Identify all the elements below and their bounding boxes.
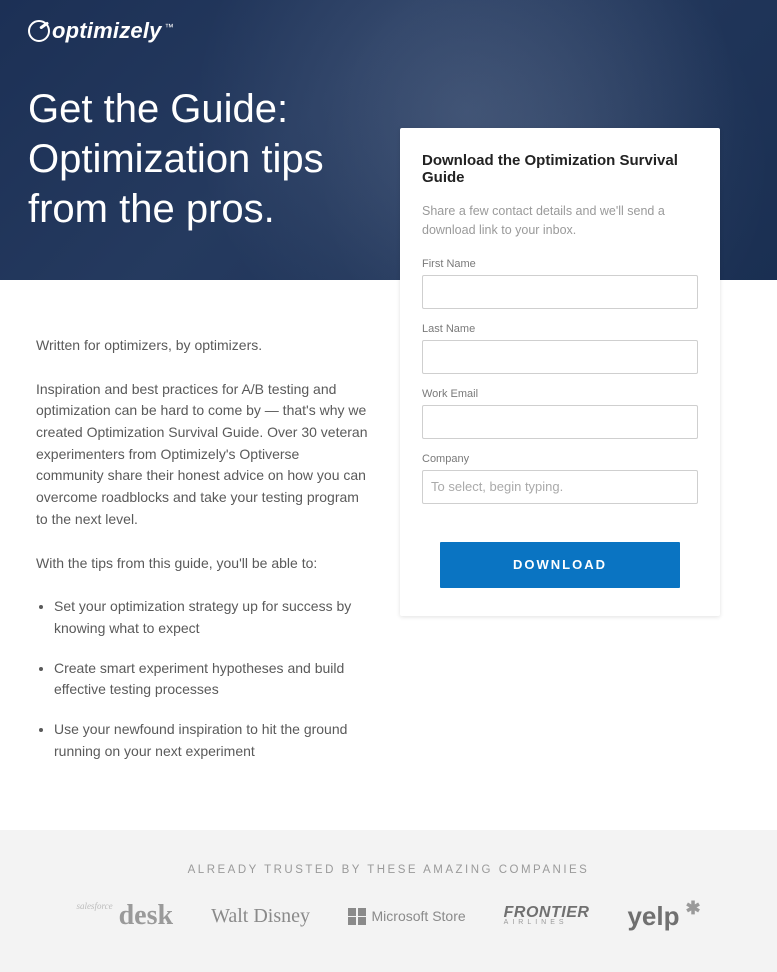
microsoft-text: Microsoft Store [372, 908, 466, 924]
frontier-text: FRONTIER [504, 904, 590, 921]
lead-in-text: With the tips from this guide, you'll be… [36, 553, 370, 575]
page-title: Get the Guide: Optimization tips from th… [0, 44, 380, 234]
desk-text: desk [119, 900, 173, 932]
work-email-label: Work Email [422, 388, 698, 400]
form-subtitle: Share a few contact details and we'll se… [422, 202, 698, 240]
company-logos-row: salesforce desk Walt Disney Microsoft St… [20, 900, 757, 932]
trusted-heading: ALREADY TRUSTED BY THESE AMAZING COMPANI… [20, 864, 757, 876]
list-item: Set your optimization strategy up for su… [54, 596, 370, 639]
benefits-list: Set your optimization strategy up for su… [36, 596, 370, 762]
walt-disney-logo: Walt Disney [211, 905, 310, 928]
description-column: Written for optimizers, by optimizers. I… [0, 280, 400, 830]
microsoft-store-logo: Microsoft Store [348, 908, 466, 926]
work-email-input[interactable] [422, 405, 698, 439]
frontier-airlines-logo: FRONTIER AIRLINES [504, 906, 590, 927]
list-item: Create smart experiment hypotheses and b… [54, 658, 370, 701]
intro-text: Written for optimizers, by optimizers. [36, 335, 370, 357]
salesforce-desk-logo: salesforce desk [76, 900, 173, 932]
trusted-section: ALREADY TRUSTED BY THESE AMAZING COMPANI… [0, 830, 777, 972]
yelp-text: yelp [627, 901, 679, 932]
first-name-input[interactable] [422, 275, 698, 309]
logo-tm: ™ [165, 22, 174, 32]
list-item: Use your newfound inspiration to hit the… [54, 719, 370, 762]
microsoft-icon [348, 908, 366, 926]
content-wrap: Written for optimizers, by optimizers. I… [0, 280, 777, 830]
frontier-sub: AIRLINES [504, 920, 590, 926]
desk-cloud-tag: salesforce [76, 901, 112, 911]
form-title: Download the Optimization Survival Guide [422, 152, 698, 186]
logo-text: optimizely [52, 18, 162, 44]
last-name-input[interactable] [422, 340, 698, 374]
download-form-card: Download the Optimization Survival Guide… [400, 128, 720, 616]
company-input[interactable] [422, 470, 698, 504]
company-label: Company [422, 453, 698, 465]
yelp-burst-icon: ✱ [685, 898, 700, 919]
body-text: Inspiration and best practices for A/B t… [36, 379, 370, 531]
download-button[interactable]: DOWNLOAD [440, 542, 680, 588]
optimizely-logo: optimizely ™ [0, 0, 777, 44]
last-name-label: Last Name [422, 323, 698, 335]
first-name-label: First Name [422, 258, 698, 270]
yelp-logo: yelp ✱ [627, 901, 700, 932]
logo-o-mark-icon [28, 20, 50, 42]
